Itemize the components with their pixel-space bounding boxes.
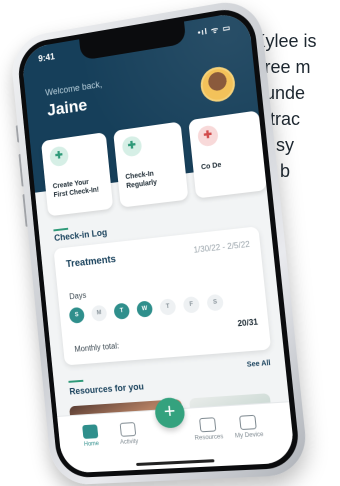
note-plus-icon: ✚ (121, 135, 143, 158)
card-label: Check-In Regularly (125, 170, 158, 190)
day-dot[interactable]: F (182, 296, 201, 314)
note-plus-icon: ✚ (48, 145, 70, 168)
card-label: Create Your First Check-In! (52, 178, 100, 200)
date-range: 1/30/22 - 2/5/22 (193, 239, 251, 255)
home-icon (82, 424, 99, 439)
see-all-link[interactable]: See All (247, 360, 271, 369)
resources-title: Resources for you (68, 381, 145, 397)
activity-icon (119, 422, 137, 437)
day-dot[interactable]: S (206, 293, 224, 312)
tab-home[interactable]: Home (71, 424, 111, 449)
action-card-first-checkin[interactable]: ✚ Create Your First Check-In! (40, 132, 114, 217)
day-dot[interactable]: S (68, 306, 85, 324)
card-label: Co De (200, 161, 222, 172)
checkin-log-card[interactable]: Treatments 1/30/22 - 2/5/22 Days S M T W… (53, 226, 272, 366)
tab-activity[interactable]: Activity (108, 421, 148, 446)
tab-my-device[interactable]: My Device (227, 414, 270, 440)
treatment-name: Treatments (65, 254, 117, 271)
monthly-total-label: Monthly total: (74, 341, 120, 354)
day-dot[interactable]: M (90, 304, 108, 322)
phone-mockup: 9:41 •ıl ᯤ ▭ Welcome back, Jaine ✚ Creat… (9, 0, 310, 486)
section-accent (68, 379, 84, 383)
days-label: Days (68, 290, 87, 302)
monthly-total-value: 20/31 (237, 317, 259, 329)
day-dot[interactable]: T (113, 302, 131, 320)
day-dot[interactable]: W (136, 300, 154, 318)
tab-label: Activity (119, 438, 139, 446)
tab-label: Home (83, 441, 100, 448)
add-button[interactable]: + (153, 396, 187, 429)
home-indicator (136, 459, 215, 466)
tab-label: My Device (234, 431, 264, 440)
app-screen: 9:41 •ıl ᯤ ▭ Welcome back, Jaine ✚ Creat… (20, 10, 296, 474)
device-icon (239, 414, 257, 431)
note-plus-icon: ✚ (196, 124, 219, 148)
tab-resources[interactable]: Resources (187, 416, 229, 442)
day-dot[interactable]: T (159, 298, 177, 316)
action-card-partial[interactable]: ✚ Co De (188, 110, 267, 199)
resources-icon (199, 417, 217, 433)
action-card-regular[interactable]: ✚ Check-In Regularly (113, 121, 189, 208)
tab-label: Resources (194, 434, 224, 442)
status-time: 9:41 (37, 51, 56, 64)
